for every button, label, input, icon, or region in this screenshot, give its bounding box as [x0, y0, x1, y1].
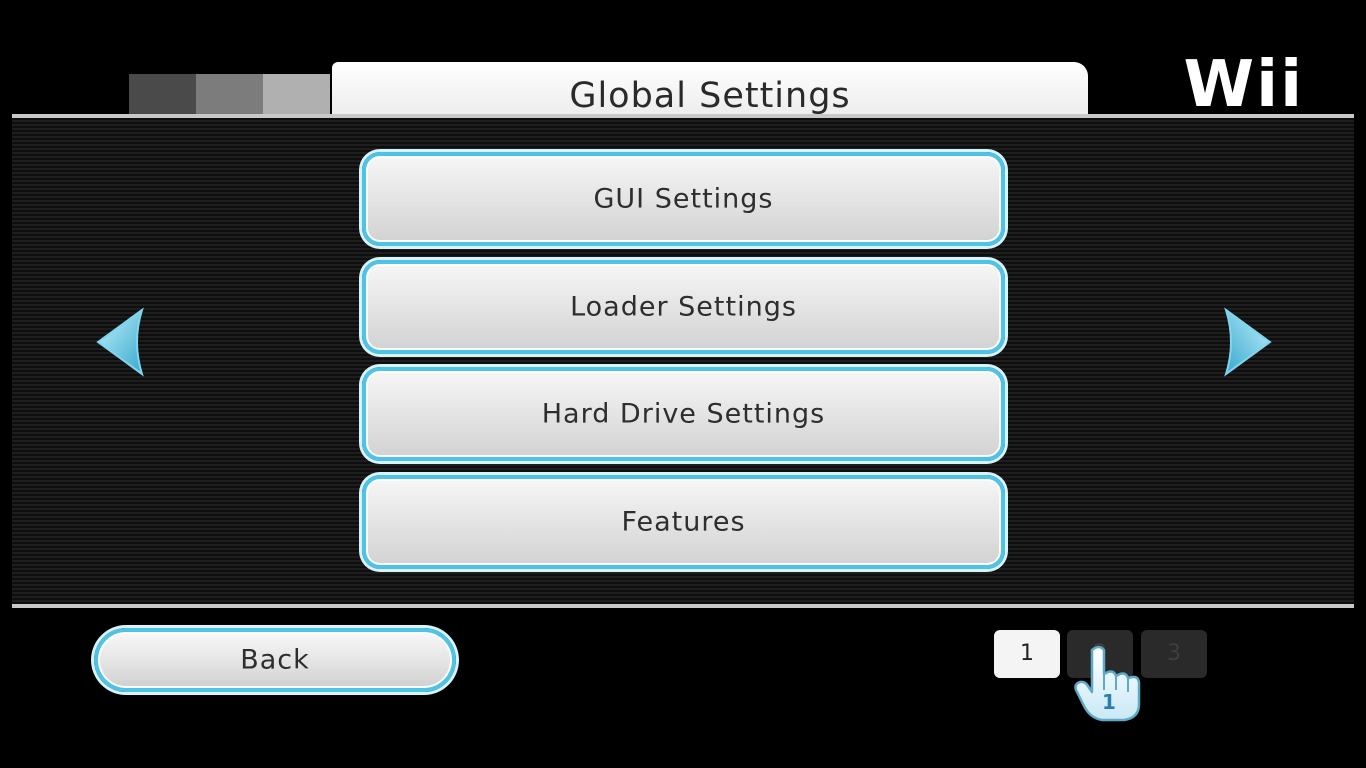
back-button[interactable]: Back [94, 628, 456, 692]
wii-screen: Global Settings Wii GUI Settings Loader … [0, 0, 1366, 768]
header-swatch-light [263, 74, 330, 116]
header-swatch-dark [129, 74, 196, 116]
loader-settings-button[interactable]: Loader Settings [362, 260, 1005, 354]
page-title: Global Settings [569, 76, 851, 116]
loader-settings-label: Loader Settings [570, 291, 797, 323]
title-tab: Global Settings [332, 62, 1088, 118]
right-arrow-icon[interactable] [1222, 306, 1274, 378]
hand-pointer-icon: 1 [1072, 644, 1148, 724]
features-button[interactable]: Features [362, 475, 1005, 569]
features-label: Features [621, 506, 746, 538]
left-arrow-icon[interactable] [94, 306, 146, 378]
gui-settings-label: GUI Settings [593, 183, 774, 215]
page-1-button[interactable]: 1 [994, 630, 1060, 678]
hard-drive-settings-button[interactable]: Hard Drive Settings [362, 367, 1005, 461]
wii-logo: Wii [1183, 48, 1304, 122]
gui-settings-button[interactable]: GUI Settings [362, 152, 1005, 246]
hard-drive-settings-label: Hard Drive Settings [541, 398, 826, 430]
back-label: Back [240, 644, 310, 676]
player-number: 1 [1102, 690, 1116, 714]
page-3-button[interactable]: 3 [1141, 630, 1207, 678]
header-swatch-mid [196, 74, 263, 116]
